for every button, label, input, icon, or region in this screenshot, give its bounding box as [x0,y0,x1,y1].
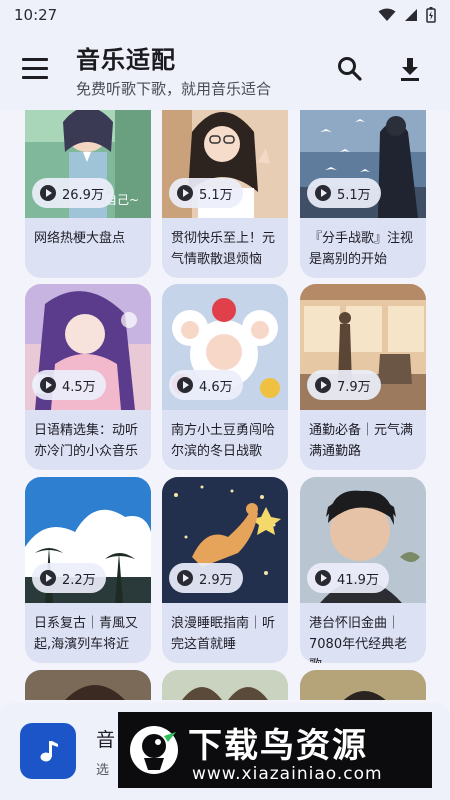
playlist-title: 南方小土豆勇闯哈尔滨的冬日战歌 [171,423,276,459]
playlist-card[interactable]: 7.9万 通勤必备｜元气满满通勤路 [300,284,426,470]
playlist-cover: 5.1万 [300,110,426,218]
playlist-grid: 自己~ 26.9万 网络热梗大盘点 5.1万 贯彻快乐至上！元气情歌散退烦恼 5… [0,110,450,700]
playlist-cover [300,670,426,700]
playlist-title: 日系复古｜青風又起,海濱列车将近 [34,616,139,652]
watermark-url: www.xiazainiao.com [192,764,383,784]
playlist-title: 贯彻快乐至上！元气情歌散退烦恼 [171,231,276,267]
play-count-badge: 4.5万 [32,370,106,400]
play-icon [177,185,193,201]
play-count-badge: 4.6万 [169,370,243,400]
playlist-cover [25,670,151,700]
bird-logo-icon [130,726,178,774]
player-title: 音 [96,729,116,751]
app-subtitle: 免费听歌下歌，就用音乐适合 [76,80,272,98]
playlist-card[interactable]: 4.5万 日语精选集：动听亦冷门的小众音乐 [25,284,151,470]
play-count-badge: 7.9万 [307,370,381,400]
playlist-cover: 7.9万 [300,284,426,410]
play-count: 5.1万 [199,187,233,203]
play-count: 2.2万 [62,572,96,588]
play-count: 2.9万 [199,572,233,588]
playlist-cover [162,670,288,700]
play-count: 4.5万 [62,379,96,395]
play-count-badge: 26.9万 [32,178,114,208]
watermark-banner: 下载鸟资源 www.xiazainiao.com [118,712,432,788]
play-count-badge: 41.9万 [307,563,389,593]
play-count-badge: 2.9万 [169,563,243,593]
playlist-card[interactable]: 2.2万 日系复古｜青風又起,海濱列车将近 [25,477,151,663]
play-count: 7.9万 [337,379,371,395]
play-icon [40,377,56,393]
playlist-cover: 5.1万 [162,110,288,218]
play-icon [177,377,193,393]
status-time: 10:27 [14,6,58,24]
playlist-cover: 自己~ 26.9万 [25,110,151,218]
playlist-card[interactable] [162,670,288,700]
playlist-title: 『分手战歌』注视是离别的开始 [309,231,414,267]
watermark-text: 下载鸟资源 [188,726,368,766]
playlist-title: 浪漫睡眠指南｜听完这首就睡 [171,616,276,652]
player-subtitle: 选 [96,763,110,778]
status-bar: 10:27 [0,0,450,30]
playlist-card[interactable]: 自己~ 26.9万 网络热梗大盘点 [25,110,151,278]
playlist-card[interactable] [25,670,151,700]
playlist-cover: 2.2万 [25,477,151,603]
play-count: 26.9万 [62,187,104,203]
hamburger-menu-icon[interactable] [22,58,48,80]
play-count: 41.9万 [337,572,379,588]
playlist-card[interactable]: 5.1万 贯彻快乐至上！元气情歌散退烦恼 [162,110,288,278]
playlist-card[interactable]: 5.1万 『分手战歌』注视是离别的开始 [300,110,426,278]
play-count-badge: 5.1万 [307,178,381,208]
search-icon[interactable] [335,54,365,84]
signal-icon [405,9,417,21]
playlist-title: 港台怀旧金曲｜7080年代经典老歌 [309,616,408,663]
playlist-cover: 4.6万 [162,284,288,410]
playlist-cover: 41.9万 [300,477,426,603]
play-count: 5.1万 [337,187,371,203]
playlist-cover: 2.9万 [162,477,288,603]
music-note-icon[interactable] [20,723,76,779]
app-bar: 音乐适配 免费听歌下歌，就用音乐适合 [0,30,450,110]
playlist-card[interactable]: 41.9万 港台怀旧金曲｜7080年代经典老歌 [300,477,426,663]
app-title: 音乐适配 [76,46,176,74]
play-icon [315,570,331,586]
wifi-icon [378,8,396,21]
playlist-card[interactable]: 2.9万 浪漫睡眠指南｜听完这首就睡 [162,477,288,663]
play-icon [177,570,193,586]
play-icon [40,570,56,586]
playlist-title: 网络热梗大盘点 [34,231,126,246]
playlist-title: 日语精选集：动听亦冷门的小众音乐 [34,423,139,459]
playlist-card[interactable] [300,670,426,700]
download-icon[interactable] [395,54,425,84]
playlist-card[interactable]: 4.6万 南方小土豆勇闯哈尔滨的冬日战歌 [162,284,288,470]
playlist-cover: 4.5万 [25,284,151,410]
play-icon [315,185,331,201]
play-count: 4.6万 [199,379,233,395]
battery-icon [426,7,436,23]
play-icon [40,185,56,201]
status-icons [378,7,436,23]
play-count-badge: 2.2万 [32,563,106,593]
play-icon [315,377,331,393]
play-count-badge: 5.1万 [169,178,243,208]
playlist-title: 通勤必备｜元气满满通勤路 [309,423,414,459]
